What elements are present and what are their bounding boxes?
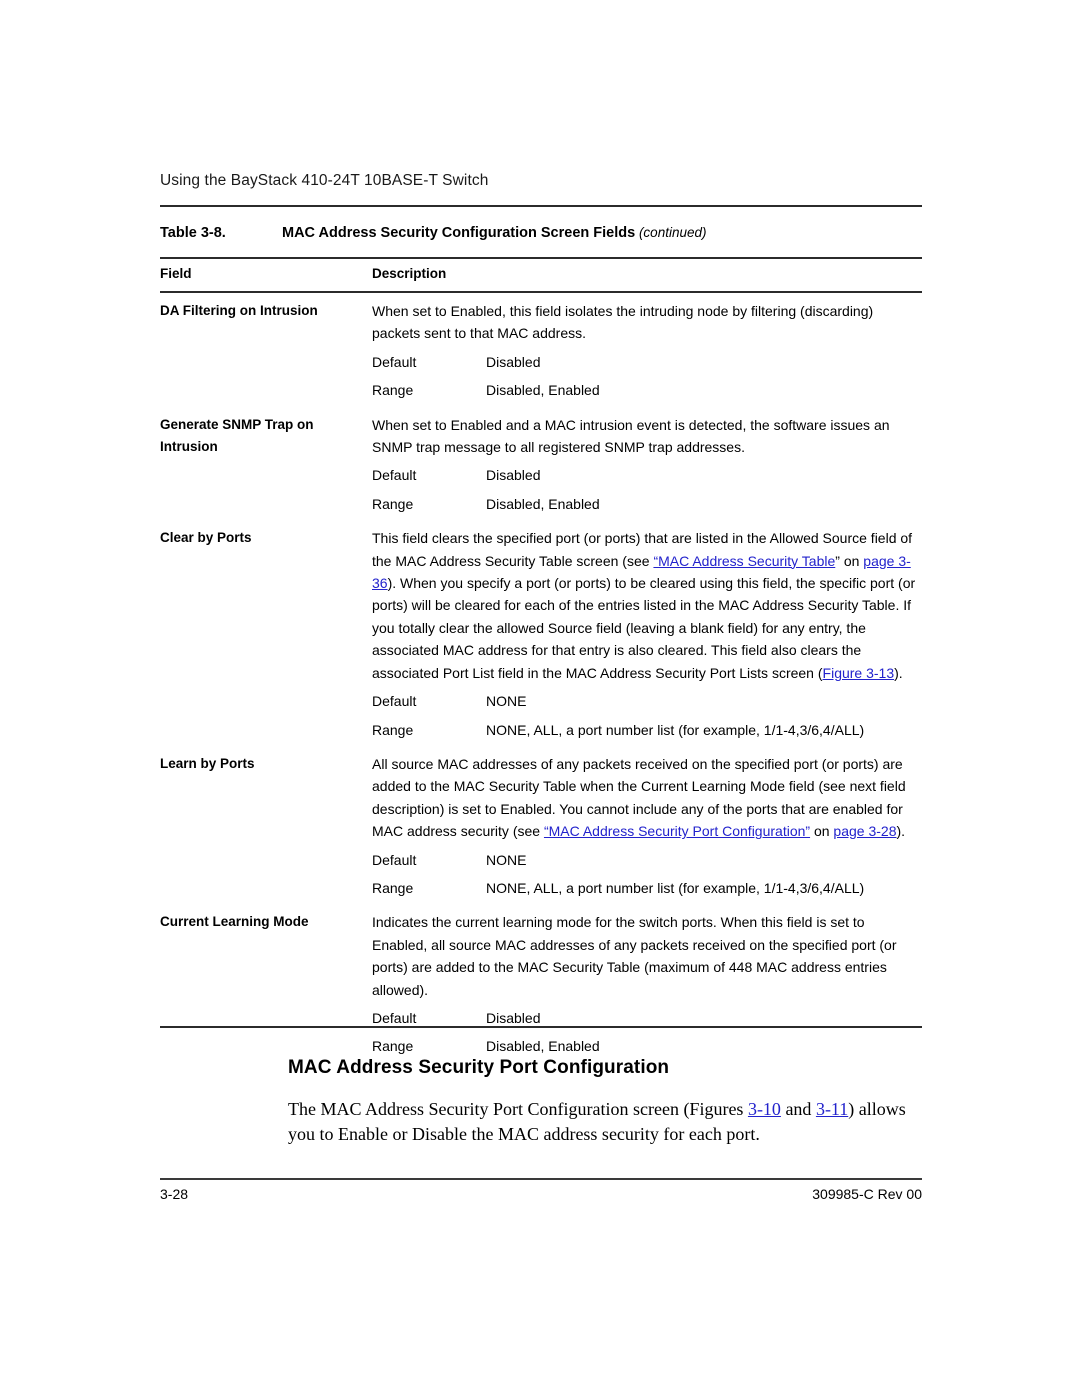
row-field-label: DA Filtering on Intrusion xyxy=(160,303,318,318)
xref-page-3-28[interactable]: page 3-28 xyxy=(833,823,896,839)
xref-mac-address-security-port-configuration[interactable]: “MAC Address Security Port Configuration… xyxy=(544,823,810,839)
range-row: Range NONE, ALL, a port number list (for… xyxy=(372,719,922,741)
table-caption-continued: (continued) xyxy=(638,225,707,240)
range-value: NONE, ALL, a port number list (for examp… xyxy=(486,879,865,896)
column-header-rule xyxy=(160,291,922,293)
default-label: Default xyxy=(372,467,417,484)
desc-text-segment: ” on xyxy=(835,552,864,569)
row-field-label: Generate SNMP Trap on Intrusion xyxy=(160,416,314,454)
table-row: Learn by Ports All source MAC addresses … xyxy=(160,749,922,899)
footer-doc-id: 309985-C Rev 00 xyxy=(812,1186,922,1202)
range-value: Disabled, Enabled xyxy=(486,495,600,512)
xref-mac-address-security-table[interactable]: “MAC Address Security Table xyxy=(653,553,835,569)
row-description: When set to Enabled, this field isolates… xyxy=(372,296,922,402)
row-description: All source MAC addresses of any packets … xyxy=(372,749,922,899)
row-spacer xyxy=(160,515,922,523)
row-description-text: All source MAC addresses of any packets … xyxy=(372,753,922,843)
footer-rule xyxy=(160,1178,922,1180)
range-label: Range xyxy=(372,879,414,896)
xref-figure-3-10[interactable]: 3-10 xyxy=(748,1099,781,1119)
range-label: Range xyxy=(372,1038,414,1055)
default-row: Default Disabled xyxy=(372,351,922,373)
range-value: Disabled, Enabled xyxy=(486,382,600,399)
row-spacer xyxy=(160,402,922,410)
range-row: Range Disabled, Enabled xyxy=(372,493,922,515)
table-bottom-rule xyxy=(160,1026,922,1028)
default-value: Disabled xyxy=(486,353,541,370)
row-description-text: This field clears the specified port (or… xyxy=(372,527,922,684)
range-value: Disabled, Enabled xyxy=(486,1038,600,1055)
row-description: This field clears the specified port (or… xyxy=(372,523,922,741)
column-header-field: Field xyxy=(160,266,192,281)
row-field-label: Current Learning Mode xyxy=(160,914,309,930)
default-label: Default xyxy=(372,851,417,868)
range-label: Range xyxy=(372,495,414,512)
desc-text-segment: ). xyxy=(896,823,906,840)
table-row: DA Filtering on Intrusion When set to En… xyxy=(160,296,922,402)
row-description-text: Indicates the current learning mode for … xyxy=(372,914,897,998)
table-body: DA Filtering on Intrusion When set to En… xyxy=(160,296,922,1058)
default-range-block: Default NONE Range NONE, ALL, a port num… xyxy=(372,690,922,741)
table-caption-rule xyxy=(160,257,922,259)
desc-text-segment: ). xyxy=(894,664,903,681)
range-row: Range NONE, ALL, a port number list (for… xyxy=(372,877,922,899)
table-row: Clear by Ports This field clears the spe… xyxy=(160,523,922,741)
default-label: Default xyxy=(372,353,417,370)
document-page: Using the BayStack 410-24T 10BASE-T Swit… xyxy=(0,0,1080,1397)
default-value: NONE xyxy=(486,851,527,868)
xref-figure-3-11[interactable]: 3-11 xyxy=(816,1099,848,1119)
range-label: Range xyxy=(372,382,414,399)
range-label: Range xyxy=(372,721,414,738)
running-head-rule xyxy=(160,205,922,207)
table-caption: Table 3-8. MAC Address Security Configura… xyxy=(160,225,922,241)
row-description-text: When set to Enabled, this field isolates… xyxy=(372,303,874,342)
default-value: NONE xyxy=(486,693,527,710)
row-description: When set to Enabled and a MAC intrusion … xyxy=(372,410,922,516)
table-row: Generate SNMP Trap on Intrusion When set… xyxy=(160,410,922,516)
default-range-block: Default Disabled Range Disabled, Enabled xyxy=(372,1007,922,1058)
para-text-segment: The MAC Address Security Port Configurat… xyxy=(288,1099,748,1119)
range-row: Range Disabled, Enabled xyxy=(372,379,922,401)
row-description: Indicates the current learning mode for … xyxy=(372,907,922,1057)
default-range-block: Default NONE Range NONE, ALL, a port num… xyxy=(372,849,922,900)
column-header-description: Description xyxy=(372,266,447,281)
row-field-label: Learn by Ports xyxy=(160,755,255,771)
row-description-text: When set to Enabled and a MAC intrusion … xyxy=(372,416,890,456)
section-heading: MAC Address Security Port Configuration xyxy=(288,1057,670,1078)
range-value: NONE, ALL, a port number list (for examp… xyxy=(486,721,865,738)
table-caption-label: Table 3-8. xyxy=(160,225,226,241)
default-row: Default NONE xyxy=(372,690,922,712)
table-caption-title: MAC Address Security Configuration Scree… xyxy=(282,225,636,241)
default-label: Default xyxy=(372,693,417,710)
default-value: Disabled xyxy=(486,467,541,484)
xref-figure-3-13[interactable]: Figure 3-13 xyxy=(823,665,895,681)
running-head: Using the BayStack 410-24T 10BASE-T Swit… xyxy=(160,172,489,189)
row-spacer xyxy=(160,741,922,749)
para-text-segment: and xyxy=(780,1099,816,1119)
default-range-block: Default Disabled Range Disabled, Enabled xyxy=(372,464,922,515)
desc-text-segment: on xyxy=(810,823,834,840)
default-row: Default NONE xyxy=(372,849,922,871)
section-paragraph: The MAC Address Security Port Configurat… xyxy=(288,1097,928,1147)
row-field-label: Clear by Ports xyxy=(160,530,252,546)
default-range-block: Default Disabled Range Disabled, Enabled xyxy=(372,351,922,402)
default-row: Default Disabled xyxy=(372,464,922,486)
table-row: Current Learning Mode Indicates the curr… xyxy=(160,907,922,1057)
row-spacer xyxy=(160,899,922,907)
range-row: Range Disabled, Enabled xyxy=(372,1035,922,1057)
